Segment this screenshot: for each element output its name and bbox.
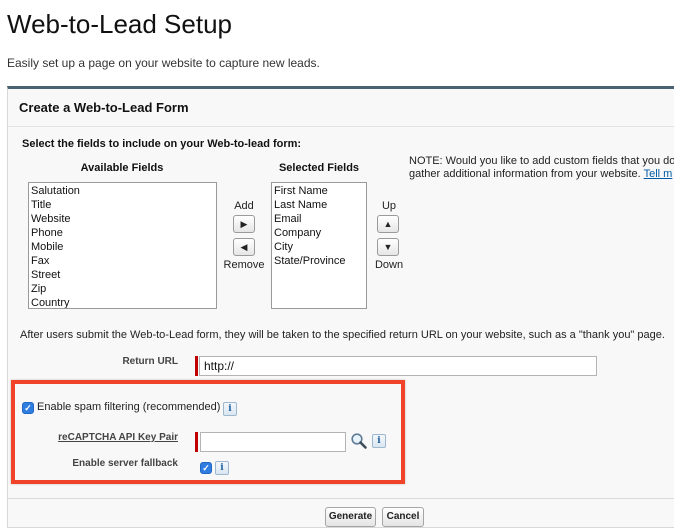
down-label: Down [374, 259, 404, 271]
selected-fields-heading: Selected Fields [278, 162, 360, 174]
list-item[interactable]: Street [31, 268, 214, 282]
remove-label: Remove [223, 259, 265, 271]
return-url-input[interactable]: http:// [199, 356, 597, 376]
list-item[interactable]: State/Province [274, 254, 364, 268]
note-line-2-text: gather additional information from your … [409, 168, 641, 180]
remove-button[interactable]: ◀ [233, 238, 255, 256]
left-arrow-icon: ◀ [240, 242, 248, 252]
up-arrow-icon: ▲ [383, 219, 393, 229]
spam-settings-highlight [11, 380, 405, 484]
add-button[interactable]: ▶ [233, 215, 255, 233]
return-url-info: After users submit the Web-to-Lead form,… [20, 329, 665, 341]
page-subtitle: Easily set up a page on your website to … [7, 56, 320, 70]
list-item[interactable]: First Name [274, 184, 364, 198]
add-label: Add [234, 200, 254, 212]
list-item[interactable]: Country [31, 296, 214, 308]
required-indicator [195, 356, 198, 376]
list-item[interactable]: City [274, 240, 364, 254]
panel-header: Create a Web-to-Lead Form [8, 89, 674, 127]
list-item[interactable]: Mobile [31, 240, 214, 254]
list-item[interactable]: Title [31, 198, 214, 212]
up-button[interactable]: ▲ [377, 215, 399, 233]
note-line-2: gather additional information from your … [409, 168, 674, 181]
note-line-1: NOTE: Would you like to add custom field… [409, 155, 674, 167]
cancel-button[interactable]: Cancel [382, 507, 424, 527]
return-url-label: Return URL [122, 356, 178, 367]
list-item[interactable]: Email [274, 212, 364, 226]
tell-me-more-link[interactable]: Tell m [644, 168, 673, 180]
up-label: Up [381, 200, 397, 212]
list-item[interactable]: Phone [31, 226, 214, 240]
list-item[interactable]: Salutation [31, 184, 214, 198]
custom-fields-note: NOTE: Would you like to add custom field… [409, 155, 674, 181]
list-item[interactable]: Fax [31, 254, 214, 268]
right-arrow-icon: ▶ [240, 219, 248, 229]
list-item[interactable]: Last Name [274, 198, 364, 212]
list-item[interactable]: Zip [31, 282, 214, 296]
selected-fields-list[interactable]: First Name Last Name Email Company City … [271, 182, 367, 309]
page-title: Web-to-Lead Setup [7, 9, 232, 39]
section-label: Select the fields to include on your Web… [22, 138, 302, 150]
available-fields-heading: Available Fields [80, 162, 164, 174]
list-item[interactable]: Company [274, 226, 364, 240]
panel-title: Create a Web-to-Lead Form [19, 100, 189, 115]
available-fields-list[interactable]: Salutation Title Website Phone Mobile Fa… [28, 182, 217, 309]
generate-button[interactable]: Generate [325, 507, 376, 527]
down-button[interactable]: ▼ [377, 238, 399, 256]
down-arrow-icon: ▼ [383, 242, 393, 252]
footer-divider [8, 498, 674, 499]
list-item[interactable]: Website [31, 212, 214, 226]
